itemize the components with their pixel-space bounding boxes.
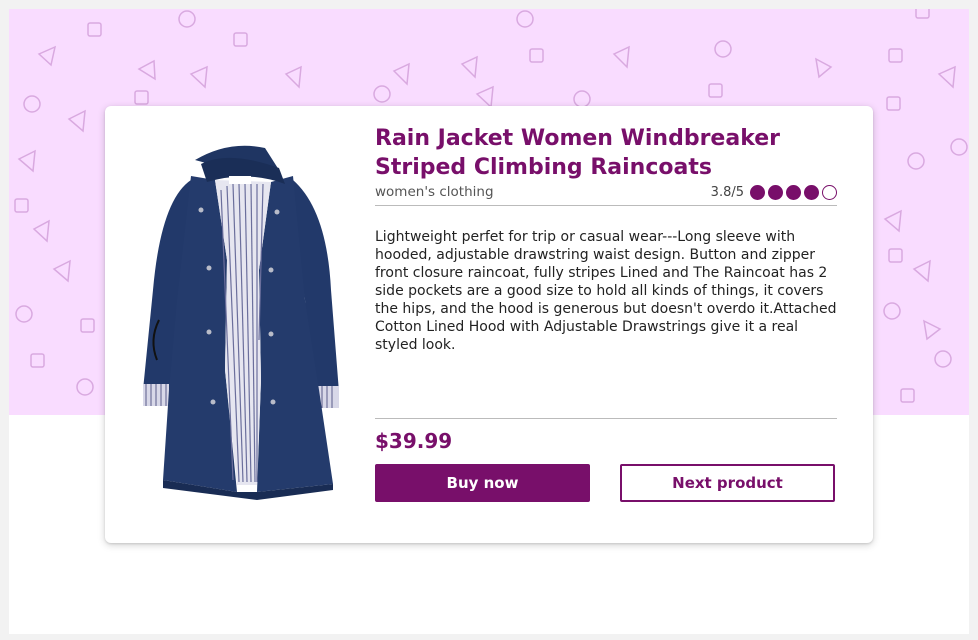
next-product-button[interactable]: Next product [620,464,835,502]
rating-text: 3.8/5 [710,184,744,200]
rating-dot-icon [750,184,765,200]
action-buttons: Buy now Next product [375,464,837,502]
divider [375,418,837,419]
product-meta: women's clothing 3.8/5 [375,184,837,206]
rating-dot-empty-icon [822,184,837,200]
rain-jacket-image [143,145,339,500]
product-description: Lightweight perfet for trip or casual we… [375,229,837,353]
product-card: Rain Jacket Women Windbreaker Striped Cl… [105,106,873,543]
buy-now-button[interactable]: Buy now [375,464,590,502]
product-title: Rain Jacket Women Windbreaker Striped Cl… [375,126,781,180]
product-price: $39.99 [375,429,453,453]
product-category: women's clothing [375,184,494,200]
product-rating: 3.8/5 [710,184,837,200]
page-frame: Rain Jacket Women Windbreaker Striped Cl… [9,9,969,634]
rating-dot-icon [786,184,801,200]
rating-dot-icon [768,184,783,200]
rating-dot-icon [804,184,819,200]
product-info: Rain Jacket Women Windbreaker Striped Cl… [375,124,837,502]
